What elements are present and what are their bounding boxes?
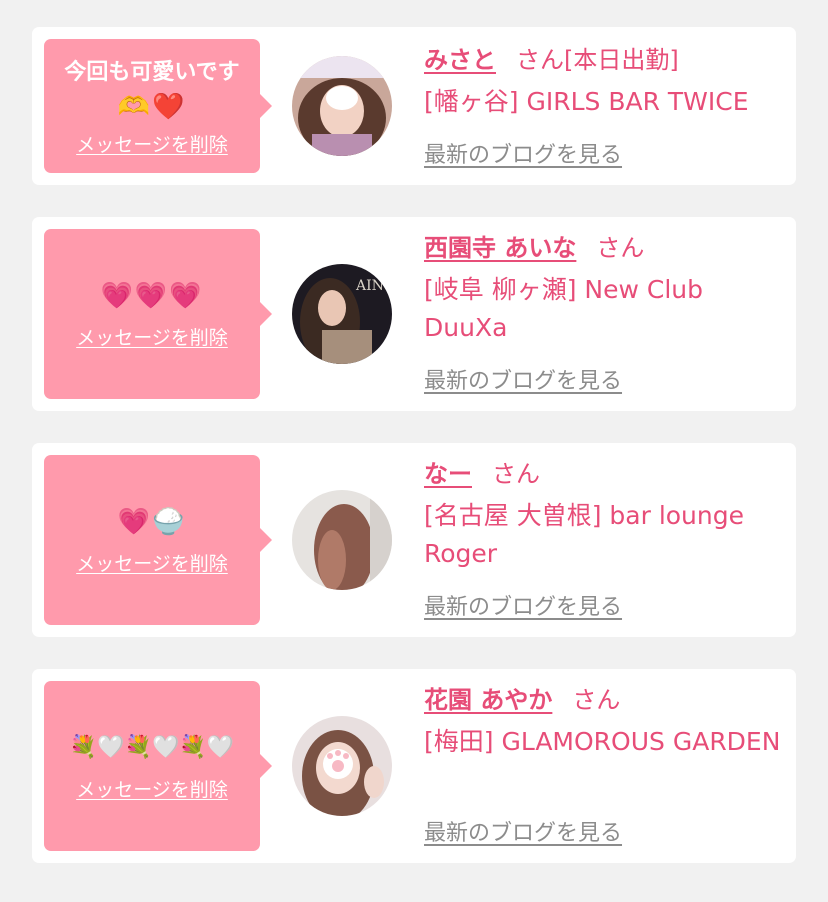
list-item: 今回も可愛いです 🫶❤️ メッセージを削除 みさと さん[本日出勤] [幡ヶ谷] … — [32, 27, 796, 185]
avatar[interactable] — [292, 56, 392, 156]
avatar[interactable] — [292, 716, 392, 816]
shop-name: [梅田] GLAMOROUS GARDEN — [424, 727, 781, 756]
shop-name: [岐阜 柳ヶ瀬] New Club DuuXa — [424, 275, 703, 342]
avatar[interactable] — [292, 490, 392, 590]
message-emoji: 💐🤍💐🤍💐🤍 — [69, 734, 235, 760]
honorific: さん — [492, 460, 540, 488]
delete-message-link[interactable]: メッセージを削除 — [76, 323, 228, 350]
cast-info: 西園寺 あいな さん [岐阜 柳ヶ瀬] New Club DuuXa 最新のブログ… — [424, 229, 784, 399]
cast-name-link[interactable]: 西園寺 あいな — [424, 234, 576, 262]
message-emoji: 💗🍚 — [117, 506, 187, 537]
latest-blog-link[interactable]: 最新のブログを見る — [424, 589, 622, 621]
svg-text:AIN: AIN — [355, 278, 384, 294]
message-bubble: 💗💗💗 メッセージを削除 — [44, 229, 272, 399]
latest-blog-link[interactable]: 最新のブログを見る — [424, 363, 622, 395]
message-emoji: 💗💗💗 — [100, 280, 204, 311]
honorific: さん — [572, 686, 621, 714]
cast-info: なー さん [名古屋 大曽根] bar lounge Roger 最新のブログを見… — [424, 455, 784, 625]
delete-message-link[interactable]: メッセージを削除 — [76, 130, 228, 157]
latest-blog-link[interactable]: 最新のブログを見る — [424, 815, 622, 847]
message-bubble: 💗🍚 メッセージを削除 — [44, 455, 272, 625]
list-item: 💐🤍💐🤍💐🤍 メッセージを削除 花園 あやか さん [梅田] GLAMOROUS … — [32, 669, 796, 863]
cast-info: 花園 あやか さん [梅田] GLAMOROUS GARDEN 最新のブログを見る — [424, 681, 784, 851]
latest-blog-link[interactable]: 最新のブログを見る — [424, 137, 622, 169]
delete-message-link[interactable]: メッセージを削除 — [76, 775, 228, 802]
honorific: さん — [516, 46, 564, 74]
honorific: さん — [596, 234, 645, 262]
cast-info: みさと さん[本日出勤] [幡ヶ谷] GIRLS BAR TWICE 最新のブログ… — [424, 41, 784, 171]
cast-name-link[interactable]: みさと — [424, 46, 496, 74]
message-emoji: 🫶❤️ — [117, 91, 187, 122]
list-item: 💗🍚 メッセージを削除 なー さん [名古屋 大曽根] bar lounge Ro… — [32, 443, 796, 637]
message-text: 今回も可愛いです — [64, 59, 240, 85]
shop-name: [幡ヶ谷] GIRLS BAR TWICE — [424, 87, 749, 116]
cast-name-link[interactable]: なー — [424, 460, 472, 488]
work-status: [本日出勤] — [564, 46, 679, 74]
shop-name: [名古屋 大曽根] bar lounge Roger — [424, 501, 744, 568]
cast-name-link[interactable]: 花園 あやか — [424, 686, 552, 714]
message-bubble: 💐🤍💐🤍💐🤍 メッセージを削除 — [44, 681, 272, 851]
message-bubble: 今回も可愛いです 🫶❤️ メッセージを削除 — [44, 39, 272, 173]
delete-message-link[interactable]: メッセージを削除 — [76, 549, 228, 576]
avatar[interactable]: AIN — [292, 264, 392, 364]
message-list: 今回も可愛いです 🫶❤️ メッセージを削除 みさと さん[本日出勤] [幡ヶ谷] … — [0, 0, 828, 902]
list-item: 💗💗💗 メッセージを削除 AIN 西園寺 あいな さん [岐阜 柳ヶ瀬] New … — [32, 217, 796, 411]
